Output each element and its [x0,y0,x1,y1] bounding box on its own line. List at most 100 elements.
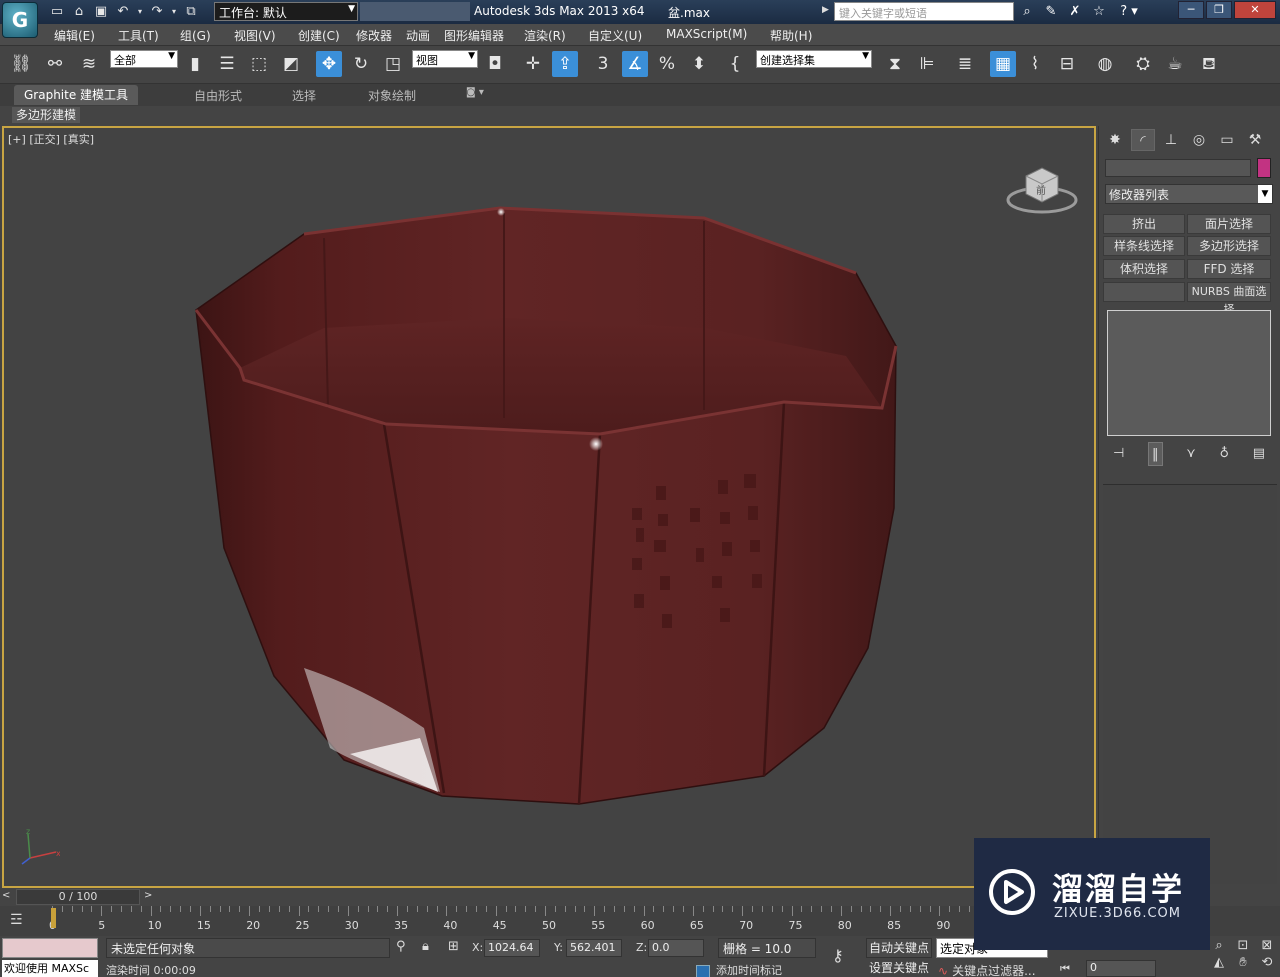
pin-stack-icon[interactable]: ⊣ [1113,442,1124,466]
keyboard-shortcut-override-icon[interactable]: ⇪ [552,51,578,77]
window-crossing-icon[interactable]: ◩ [278,51,304,77]
workspace-dropdown[interactable]: 工作台: 默认 ▼ [214,2,358,21]
menu-animation[interactable]: 动画 [406,27,430,44]
angle-snap-icon[interactable]: ∡ [622,51,648,77]
layer-manager-icon[interactable]: ≣ [952,51,978,77]
reference-coordinate-dropdown[interactable]: 视图 ▼ [412,50,478,68]
communication-icon[interactable]: ✗ [1066,3,1084,21]
modifier-list-dropdown[interactable]: 修改器列表 ▼ [1105,184,1273,204]
motion-tab-icon[interactable]: ◎ [1187,129,1211,151]
menu-edit[interactable]: 编辑(E) [54,27,95,44]
menu-graph-editors[interactable]: 图形编辑器 [444,27,504,44]
poly-select-button[interactable]: 多边形选择 [1187,236,1271,256]
auto-key-button[interactable]: 自动关键点 [866,938,932,958]
new-file-icon[interactable]: ▭ [48,3,66,21]
set-key-button[interactable]: 设置关键点 [866,960,932,977]
subscription-icon[interactable]: ✎ [1042,3,1060,21]
modify-tab-icon[interactable]: ◜ [1131,129,1155,151]
snap-toggle-icon[interactable]: 3 [590,51,616,77]
field-of-view-icon[interactable]: ◭ [1208,955,1230,970]
ffd-select-button[interactable]: FFD 选择 [1187,259,1271,279]
mirror-icon[interactable]: ⧗ [882,51,908,77]
help-icon[interactable]: ? ▾ [1114,3,1144,21]
pivot-center-icon[interactable]: ◘ [482,51,508,77]
tab-freeform[interactable]: 自由形式 [194,87,242,104]
graphite-toggle-icon[interactable]: ▦ [990,51,1016,77]
menu-create[interactable]: 创建(C) [298,27,340,44]
chevron-right-icon[interactable]: ▶ [822,5,829,15]
configure-sets-icon[interactable]: ▤ [1253,442,1265,466]
go-to-start-icon[interactable]: ⏮ [1060,962,1070,976]
selection-filter-dropdown[interactable]: 全部 ▼ [110,50,178,68]
open-file-icon[interactable]: ⌂ [70,3,88,21]
patch-select-button[interactable]: 面片选择 [1187,214,1271,234]
volume-select-button[interactable]: 体积选择 [1103,259,1185,279]
percent-snap-icon[interactable]: % [654,51,680,77]
zoom-all-icon[interactable]: ⊠ [1256,938,1278,953]
rotate-icon[interactable]: ↻ [348,51,374,77]
maxscript-welcome[interactable]: 欢迎使用 MAXSc [2,960,98,977]
minimize-button[interactable]: ─ [1178,1,1204,19]
mini-curve-editor-icon[interactable]: ☲ [10,912,23,928]
select-by-name-icon[interactable]: ☰ [214,51,240,77]
maxscript-listener-mini[interactable] [2,938,98,958]
menu-rendering[interactable]: 渲染(R) [524,27,566,44]
pan-hand-icon[interactable]: ✋︎ [1232,955,1254,970]
orbit-icon[interactable]: ⟲ [1256,955,1278,970]
extrude-button[interactable]: 挤出 [1103,214,1185,234]
current-frame-field[interactable]: 0 [1086,960,1156,977]
polygon-modeling-panel[interactable]: 多边形建模 [12,107,81,123]
tab-object-paint[interactable]: 对象绘制 [368,87,416,104]
modifier-stack[interactable] [1107,310,1271,436]
viewport[interactable]: [+] [正交] [真实] 前 z [2,126,1096,888]
set-key-icon[interactable]: ⚷ [832,946,844,965]
edit-named-selection-icon[interactable]: { [722,51,748,77]
material-editor-icon[interactable]: ◍ [1092,51,1118,77]
viewcube[interactable]: 前 [1004,160,1080,216]
rendered-frame-icon[interactable]: ☕ [1162,51,1188,77]
close-button[interactable]: ✕ [1234,1,1276,19]
display-tab-icon[interactable]: ▭ [1215,129,1239,151]
menu-group[interactable]: 组(G) [180,27,211,44]
select-object-icon[interactable]: ▮ [182,51,208,77]
spinner-snap-icon[interactable]: ⬍ [686,51,712,77]
transform-mode-icon[interactable]: ⊞ [448,939,459,954]
y-coordinate-field[interactable]: 562.401 [566,939,622,957]
undo-icon[interactable]: ↶ [114,3,132,21]
undo-dropdown-icon[interactable]: ▾ [136,3,144,21]
menu-maxscript[interactable]: MAXScript(M) [666,27,747,41]
favorites-star-icon[interactable]: ☆ [1090,3,1108,21]
redo-dropdown-icon[interactable]: ▾ [170,3,178,21]
render-setup-icon[interactable]: ⛭ [1130,51,1156,77]
binoculars-icon[interactable]: ⌕ [1018,3,1036,21]
move-icon[interactable]: ✥ [316,51,342,77]
app-logo-icon[interactable]: G [2,2,38,38]
restore-button[interactable]: ❐ [1206,1,1232,19]
make-unique-icon[interactable]: ⋎ [1186,442,1196,466]
spline-select-button[interactable]: 样条线选择 [1103,236,1185,256]
ribbon-options-icon[interactable]: ◙ ▾ [466,87,484,98]
show-end-result-icon[interactable]: ‖ [1148,442,1163,466]
hierarchy-tab-icon[interactable]: ⊥ [1159,129,1183,151]
lock-selection-icon[interactable]: 🔒︎ [422,939,429,954]
link-icon[interactable]: ⛓ [8,51,34,77]
menu-tools[interactable]: 工具(T) [118,27,159,44]
key-filters-button[interactable]: ∿ 关键点过滤器... [938,962,1036,977]
curve-editor-icon[interactable]: ⌇ [1022,51,1048,77]
menu-modifiers[interactable]: 修改器 [356,27,392,44]
search-input[interactable]: 键入关键字或短语 [834,2,1014,21]
render-production-icon[interactable]: ⛾ [1196,51,1222,77]
current-frame-marker[interactable] [51,908,56,928]
rectangular-selection-icon[interactable]: ⬚ [246,51,272,77]
save-icon[interactable]: ▣ [92,3,110,21]
project-folder-icon[interactable]: ⧉ [182,3,200,21]
nurbs-surface-select-button[interactable]: NURBS 曲面选择 [1187,282,1271,316]
time-slider-prev-icon[interactable]: < [2,890,10,901]
bind-spacewarp-icon[interactable]: ≋ [76,51,102,77]
object-color-swatch[interactable] [1257,158,1271,178]
empty-modifier-button[interactable] [1103,282,1185,302]
time-slider-thumb[interactable]: 0 / 100 [16,889,140,905]
named-selection-dropdown[interactable]: 创建选择集 ▼ [756,50,872,68]
add-time-tag[interactable]: 添加时间标记 [696,962,782,977]
remove-modifier-icon[interactable]: ♁ [1219,442,1229,466]
